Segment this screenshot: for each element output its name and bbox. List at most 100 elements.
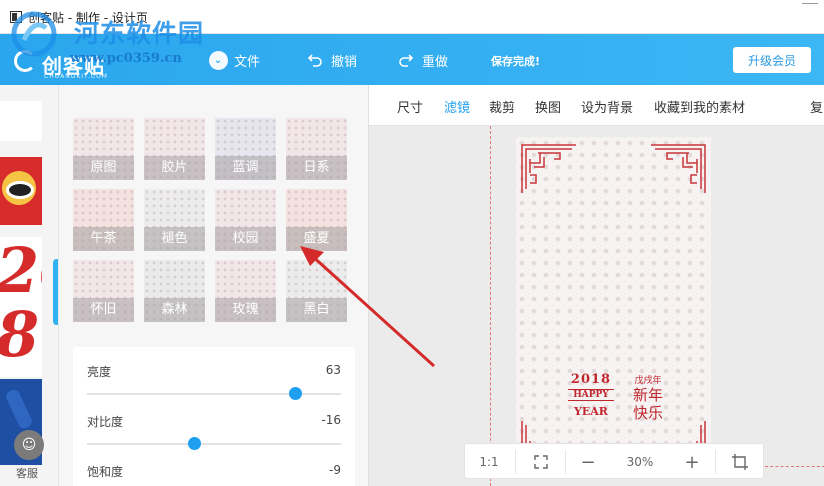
fit-screen-icon — [534, 455, 548, 469]
filter-label: 黑白 — [286, 298, 347, 322]
poster-greeting-line1: 新年 — [632, 386, 663, 404]
redo-label: 重做 — [422, 54, 449, 70]
ornament-corner-icon — [651, 144, 706, 193]
filter-label: 怀旧 — [73, 298, 134, 322]
actual-size-button[interactable]: 1:1 — [465, 444, 513, 480]
redo-icon — [396, 50, 416, 70]
material-thumbnail[interactable] — [0, 157, 42, 225]
filter-label: 森林 — [144, 298, 205, 322]
brand-sub: CHUANGKIT.COM — [44, 73, 108, 80]
crop-frame-icon — [732, 454, 748, 470]
adjustment-card: 亮度 63 对比度 -16 饱和度 -9 — [73, 347, 355, 486]
main-toolbar: 创客贴 CHUANGKIT.COM ⌄ 文件 撤销 重做 保存完成! 升级会员 — [0, 34, 824, 85]
chevron-down-icon: ⌄ — [208, 50, 228, 70]
filter-rose[interactable]: 玫瑰 — [215, 260, 276, 322]
undo-icon — [305, 50, 325, 70]
design-poster[interactable]: 2018 HAPPY YEAR 戊戌年 新年 快乐 — [516, 137, 711, 467]
filter-label: 玫瑰 — [215, 298, 276, 322]
contrast-control: 对比度 -16 — [87, 413, 341, 457]
poster-year-word: YEAR — [574, 405, 608, 418]
filter-forest[interactable]: 森林 — [144, 260, 205, 322]
contrast-slider-track[interactable] — [87, 443, 341, 445]
window-title: 创客贴 - 制作 - 设计页 — [28, 11, 148, 25]
canvas-area: 2018 HAPPY YEAR 戊戌年 新年 快乐 — [369, 126, 824, 486]
contrast-label: 对比度 — [87, 415, 124, 429]
filter-label: 校园 — [215, 227, 276, 251]
filter-japanese[interactable]: 日系 — [286, 118, 347, 180]
customer-service-icon[interactable]: ☺ — [14, 430, 44, 460]
material-thumbnail[interactable]: 208 — [0, 237, 42, 377]
poster-wuxu: 戊戌年 — [634, 376, 662, 386]
filter-tool[interactable]: 滤镜 — [444, 97, 470, 116]
file-menu-button[interactable]: ⌄ 文件 — [208, 47, 260, 73]
title-bar: 创客贴 - 制作 - 设计页 — [0, 0, 824, 34]
saturation-control: 饱和度 -9 — [87, 463, 341, 486]
brightness-control: 亮度 63 — [87, 363, 341, 407]
size-tool[interactable]: 尺寸 — [397, 97, 423, 116]
set-background-tool[interactable]: 设为背景 — [581, 97, 633, 116]
app-window-icon — [10, 11, 22, 23]
contrast-slider-knob[interactable] — [187, 437, 201, 450]
poster-year: 2018 — [570, 372, 612, 387]
poster-greeting-line2: 快乐 — [632, 404, 663, 422]
brand-mark-icon — [14, 50, 36, 72]
filter-original[interactable]: 原图 — [73, 118, 134, 180]
ornament-corner-icon — [521, 144, 576, 193]
filter-label: 盛夏 — [286, 227, 347, 251]
filter-blue[interactable]: 蓝调 — [215, 118, 276, 180]
filter-label: 蓝调 — [215, 156, 276, 180]
upgrade-member-button[interactable]: 升级会员 — [733, 47, 811, 73]
zoom-in-button[interactable]: + — [673, 444, 711, 480]
filter-campus[interactable]: 校园 — [215, 189, 276, 251]
saturation-label: 饱和度 — [87, 465, 124, 479]
brightness-label: 亮度 — [87, 365, 112, 379]
contrast-value: -16 — [321, 413, 341, 427]
filter-fade[interactable]: 褪色 — [144, 189, 205, 251]
zoom-out-button[interactable]: − — [569, 444, 607, 480]
customer-service-label: 客服 — [16, 467, 38, 480]
app-window: 创客贴 - 制作 - 设计页 创客贴 CHUANGKIT.COM ⌄ 文件 撤销… — [0, 0, 824, 486]
filter-nostalgia[interactable]: 怀旧 — [73, 260, 134, 322]
filter-label: 午茶 — [73, 227, 134, 251]
crop-frame-button[interactable] — [717, 444, 763, 480]
brightness-value: 63 — [325, 363, 341, 377]
undo-button[interactable]: 撤销 — [305, 47, 357, 73]
filter-label: 褪色 — [144, 227, 205, 251]
undo-label: 撤销 — [331, 54, 358, 70]
fit-screen-button[interactable] — [517, 444, 565, 480]
filter-midsummer[interactable]: 盛夏 — [286, 189, 347, 251]
crop-tool[interactable]: 裁剪 — [489, 97, 515, 116]
filter-label: 原图 — [73, 156, 134, 180]
filter-afternoon-tea[interactable]: 午茶 — [73, 189, 134, 251]
redo-button[interactable]: 重做 — [396, 47, 448, 73]
zoom-toolbar: 1:1 − 30% + — [464, 443, 764, 479]
page-guide-line — [490, 126, 491, 486]
filter-panel: 原图 胶片 蓝调 日系 午茶 褪色 校园 盛夏 怀旧 森林 玫瑰 黑白 亮度 6… — [58, 85, 369, 486]
save-status: 保存完成! — [491, 55, 541, 68]
filter-label: 胶片 — [144, 156, 205, 180]
page-guide-line — [765, 466, 824, 467]
poster-happy: HAPPY — [568, 389, 614, 401]
file-menu-label: 文件 — [234, 54, 261, 70]
replace-image-tool[interactable]: 换图 — [535, 97, 561, 116]
zoom-percent: 30% — [626, 455, 654, 469]
zoom-separator — [715, 450, 716, 474]
window-control[interactable] — [802, 0, 818, 4]
filter-film[interactable]: 胶片 — [144, 118, 205, 180]
copy-tool[interactable]: 复 — [810, 97, 823, 116]
brand-logo: 创客贴 CHUANGKIT.COM — [14, 42, 114, 80]
save-to-materials-tool[interactable]: 收藏到我的素材 — [654, 97, 745, 116]
poster-happy-year-block: 2018 HAPPY YEAR — [568, 372, 614, 418]
brightness-slider-knob[interactable] — [289, 387, 303, 400]
saturation-value: -9 — [329, 463, 341, 477]
brightness-slider-track[interactable] — [87, 393, 341, 395]
zoom-separator — [515, 450, 516, 474]
filter-label: 日系 — [286, 156, 347, 180]
material-tab[interactable] — [0, 101, 42, 141]
material-strip: 208 ☺ 客服 — [0, 85, 58, 486]
zoom-separator — [565, 450, 566, 474]
filter-black-white[interactable]: 黑白 — [286, 260, 347, 322]
thumbnail-digits: 208 — [0, 237, 42, 371]
image-edit-toolbar: 尺寸 滤镜 裁剪 换图 设为背景 收藏到我的素材 复 — [369, 85, 824, 126]
poster-greeting-block: 戊戌年 新年 快乐 — [628, 373, 668, 422]
